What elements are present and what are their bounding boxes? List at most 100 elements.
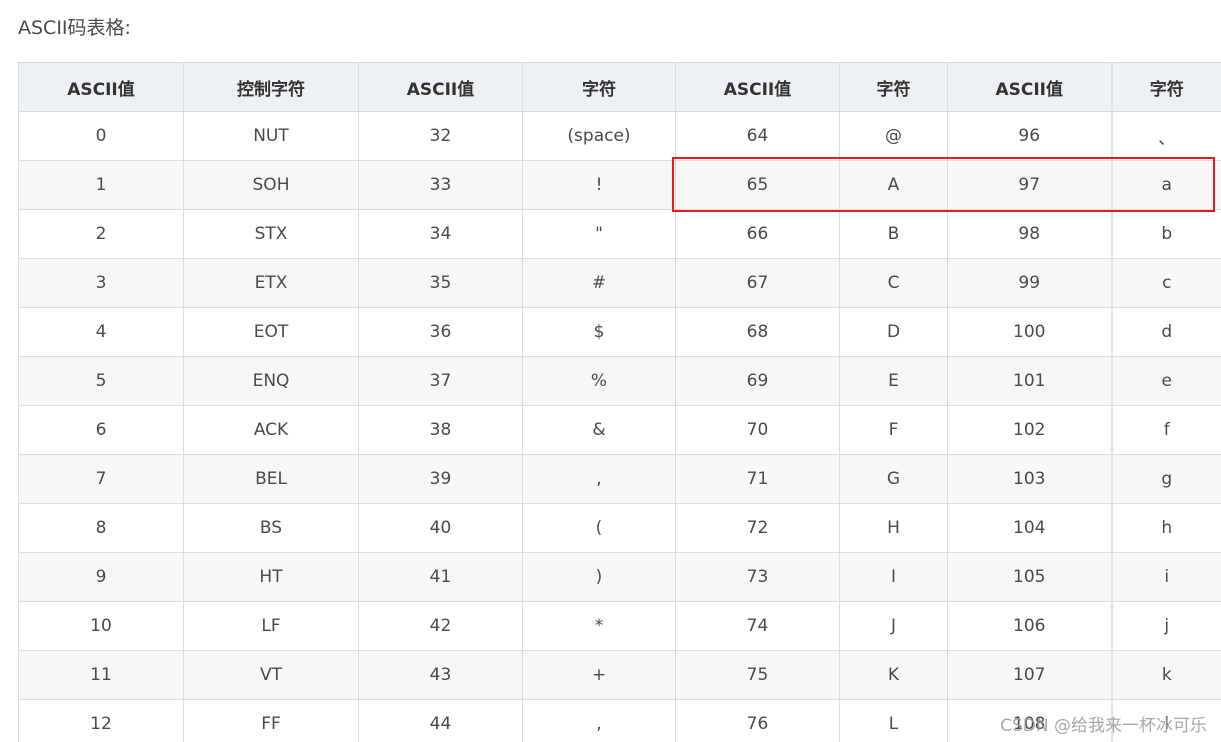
table-cell: 34 [358, 209, 523, 259]
table-cell: e [1110, 356, 1221, 406]
table-cell: , [522, 454, 676, 504]
table-cell: 72 [675, 503, 840, 553]
table-cell: 12 [18, 699, 184, 742]
table-cell: 11 [18, 650, 184, 700]
table-cell: FF [183, 699, 359, 742]
table-cell: i [1110, 552, 1221, 602]
table-cell: ACK [183, 405, 359, 455]
table-cell: 1 [18, 160, 184, 210]
table-cell: K [839, 650, 948, 700]
table-cell: % [522, 356, 676, 406]
table-cell: 2 [18, 209, 184, 259]
table-row: 2 STX 34 " 66 B 98 b [18, 209, 1221, 259]
table-cell: F [839, 405, 948, 455]
table-row: 3 ETX 35 #67 C 99 c [18, 258, 1221, 308]
table-cell: 99 [947, 258, 1112, 308]
table-cell: 0 [18, 111, 184, 161]
table-cell: 74 [675, 601, 840, 651]
table-cell: LF [183, 601, 359, 651]
table-cell: L [839, 699, 948, 742]
table-cell: 8 [18, 503, 184, 553]
table-cell: G [839, 454, 948, 504]
table-cell: BEL [183, 454, 359, 504]
table-row: 4 EOT 36 $68 D 100 d [18, 307, 1221, 357]
page-heading: ASCII码表格: [18, 17, 131, 39]
table-cell: 10 [18, 601, 184, 651]
table-cell: J [839, 601, 948, 651]
table-cell: 75 [675, 650, 840, 700]
table-row: 11 VT 43 +75 K 107 k [18, 650, 1221, 700]
table-cell: 65 [675, 160, 840, 210]
table-cell: g [1110, 454, 1221, 504]
table-cell: h [1110, 503, 1221, 553]
table-cell: $ [522, 307, 676, 357]
table-cell: " [522, 209, 676, 259]
table-cell: SOH [183, 160, 359, 210]
table-row: 5 ENQ 37% 69 E 101 e [18, 356, 1221, 406]
table-cell: 97 [947, 160, 1112, 210]
table-cell: E [839, 356, 948, 406]
table-cell: 69 [675, 356, 840, 406]
table-row: 7 BEL 39, 71 G 103 g [18, 454, 1221, 504]
table-cell: 107 [947, 650, 1112, 700]
table-cell: a [1110, 160, 1221, 210]
table-row: 0 NUT 32 (space) 64 @96、 [18, 111, 1221, 161]
table-cell: 35 [358, 258, 523, 308]
table-cell: 7 [18, 454, 184, 504]
header-row: ASCII值 控制字符 ASCII值 字符 ASCII值 字符 ASCII值 字… [18, 62, 1221, 112]
table-row: 1 SOH 33! 65 A 97 a [18, 160, 1221, 210]
table-cell: ( [522, 503, 676, 553]
table-cell: BS [183, 503, 359, 553]
page: ASCII码表格: ASCII值 控制字符 ASCII值 字符 ASCII值 字… [0, 0, 1221, 742]
table-cell: I [839, 552, 948, 602]
table-cell: 4 [18, 307, 184, 357]
table-cell: 5 [18, 356, 184, 406]
table-cell: 、 [1110, 111, 1221, 161]
table-cell: NUT [183, 111, 359, 161]
table-cell: 105 [947, 552, 1112, 602]
table-cell: 44 [358, 699, 523, 742]
table-cell: 3 [18, 258, 184, 308]
header-cell-ascii-value: ASCII值 [675, 62, 840, 112]
table-cell: 32 [358, 111, 523, 161]
table-cell: 68 [675, 307, 840, 357]
table-cell: c [1110, 258, 1221, 308]
table-cell: EOT [183, 307, 359, 357]
table-cell: 67 [675, 258, 840, 308]
table-cell: 39 [358, 454, 523, 504]
table-cell: STX [183, 209, 359, 259]
table-cell: 43 [358, 650, 523, 700]
table-cell: + [522, 650, 676, 700]
table-cell: 33 [358, 160, 523, 210]
table-cell: 76 [675, 699, 840, 742]
table-cell: 104 [947, 503, 1112, 553]
table-cell: 38 [358, 405, 523, 455]
header-cell-char: 字符 [522, 62, 676, 112]
table-cell: (space) [522, 111, 676, 161]
header-cell-ascii-value: ASCII值 [358, 62, 523, 112]
table-cell: & [522, 405, 676, 455]
table-cell: 36 [358, 307, 523, 357]
table-cell: ) [522, 552, 676, 602]
table-cell: ! [522, 160, 676, 210]
table-cell: 101 [947, 356, 1112, 406]
table-cell: ENQ [183, 356, 359, 406]
table-cell: b [1110, 209, 1221, 259]
header-cell-control-char: 控制字符 [183, 62, 359, 112]
table-cell: d [1110, 307, 1221, 357]
ascii-table: ASCII值 控制字符 ASCII值 字符 ASCII值 字符 ASCII值 字… [18, 62, 1221, 742]
table-row: 10 LF 42 * 74 J 106 j [18, 601, 1221, 651]
table-cell: 6 [18, 405, 184, 455]
header-cell-char: 字符 [839, 62, 948, 112]
table-cell: * [522, 601, 676, 651]
watermark: CSDN @给我来一杯冰可乐 [1000, 716, 1207, 736]
table-cell: 73 [675, 552, 840, 602]
table-cell: 102 [947, 405, 1112, 455]
header-cell-ascii-value: ASCII值 [18, 62, 184, 112]
table-cell: 70 [675, 405, 840, 455]
table-cell: VT [183, 650, 359, 700]
table-cell: 9 [18, 552, 184, 602]
table-cell: 40 [358, 503, 523, 553]
table-cell: 100 [947, 307, 1112, 357]
table-cell: , [522, 699, 676, 742]
